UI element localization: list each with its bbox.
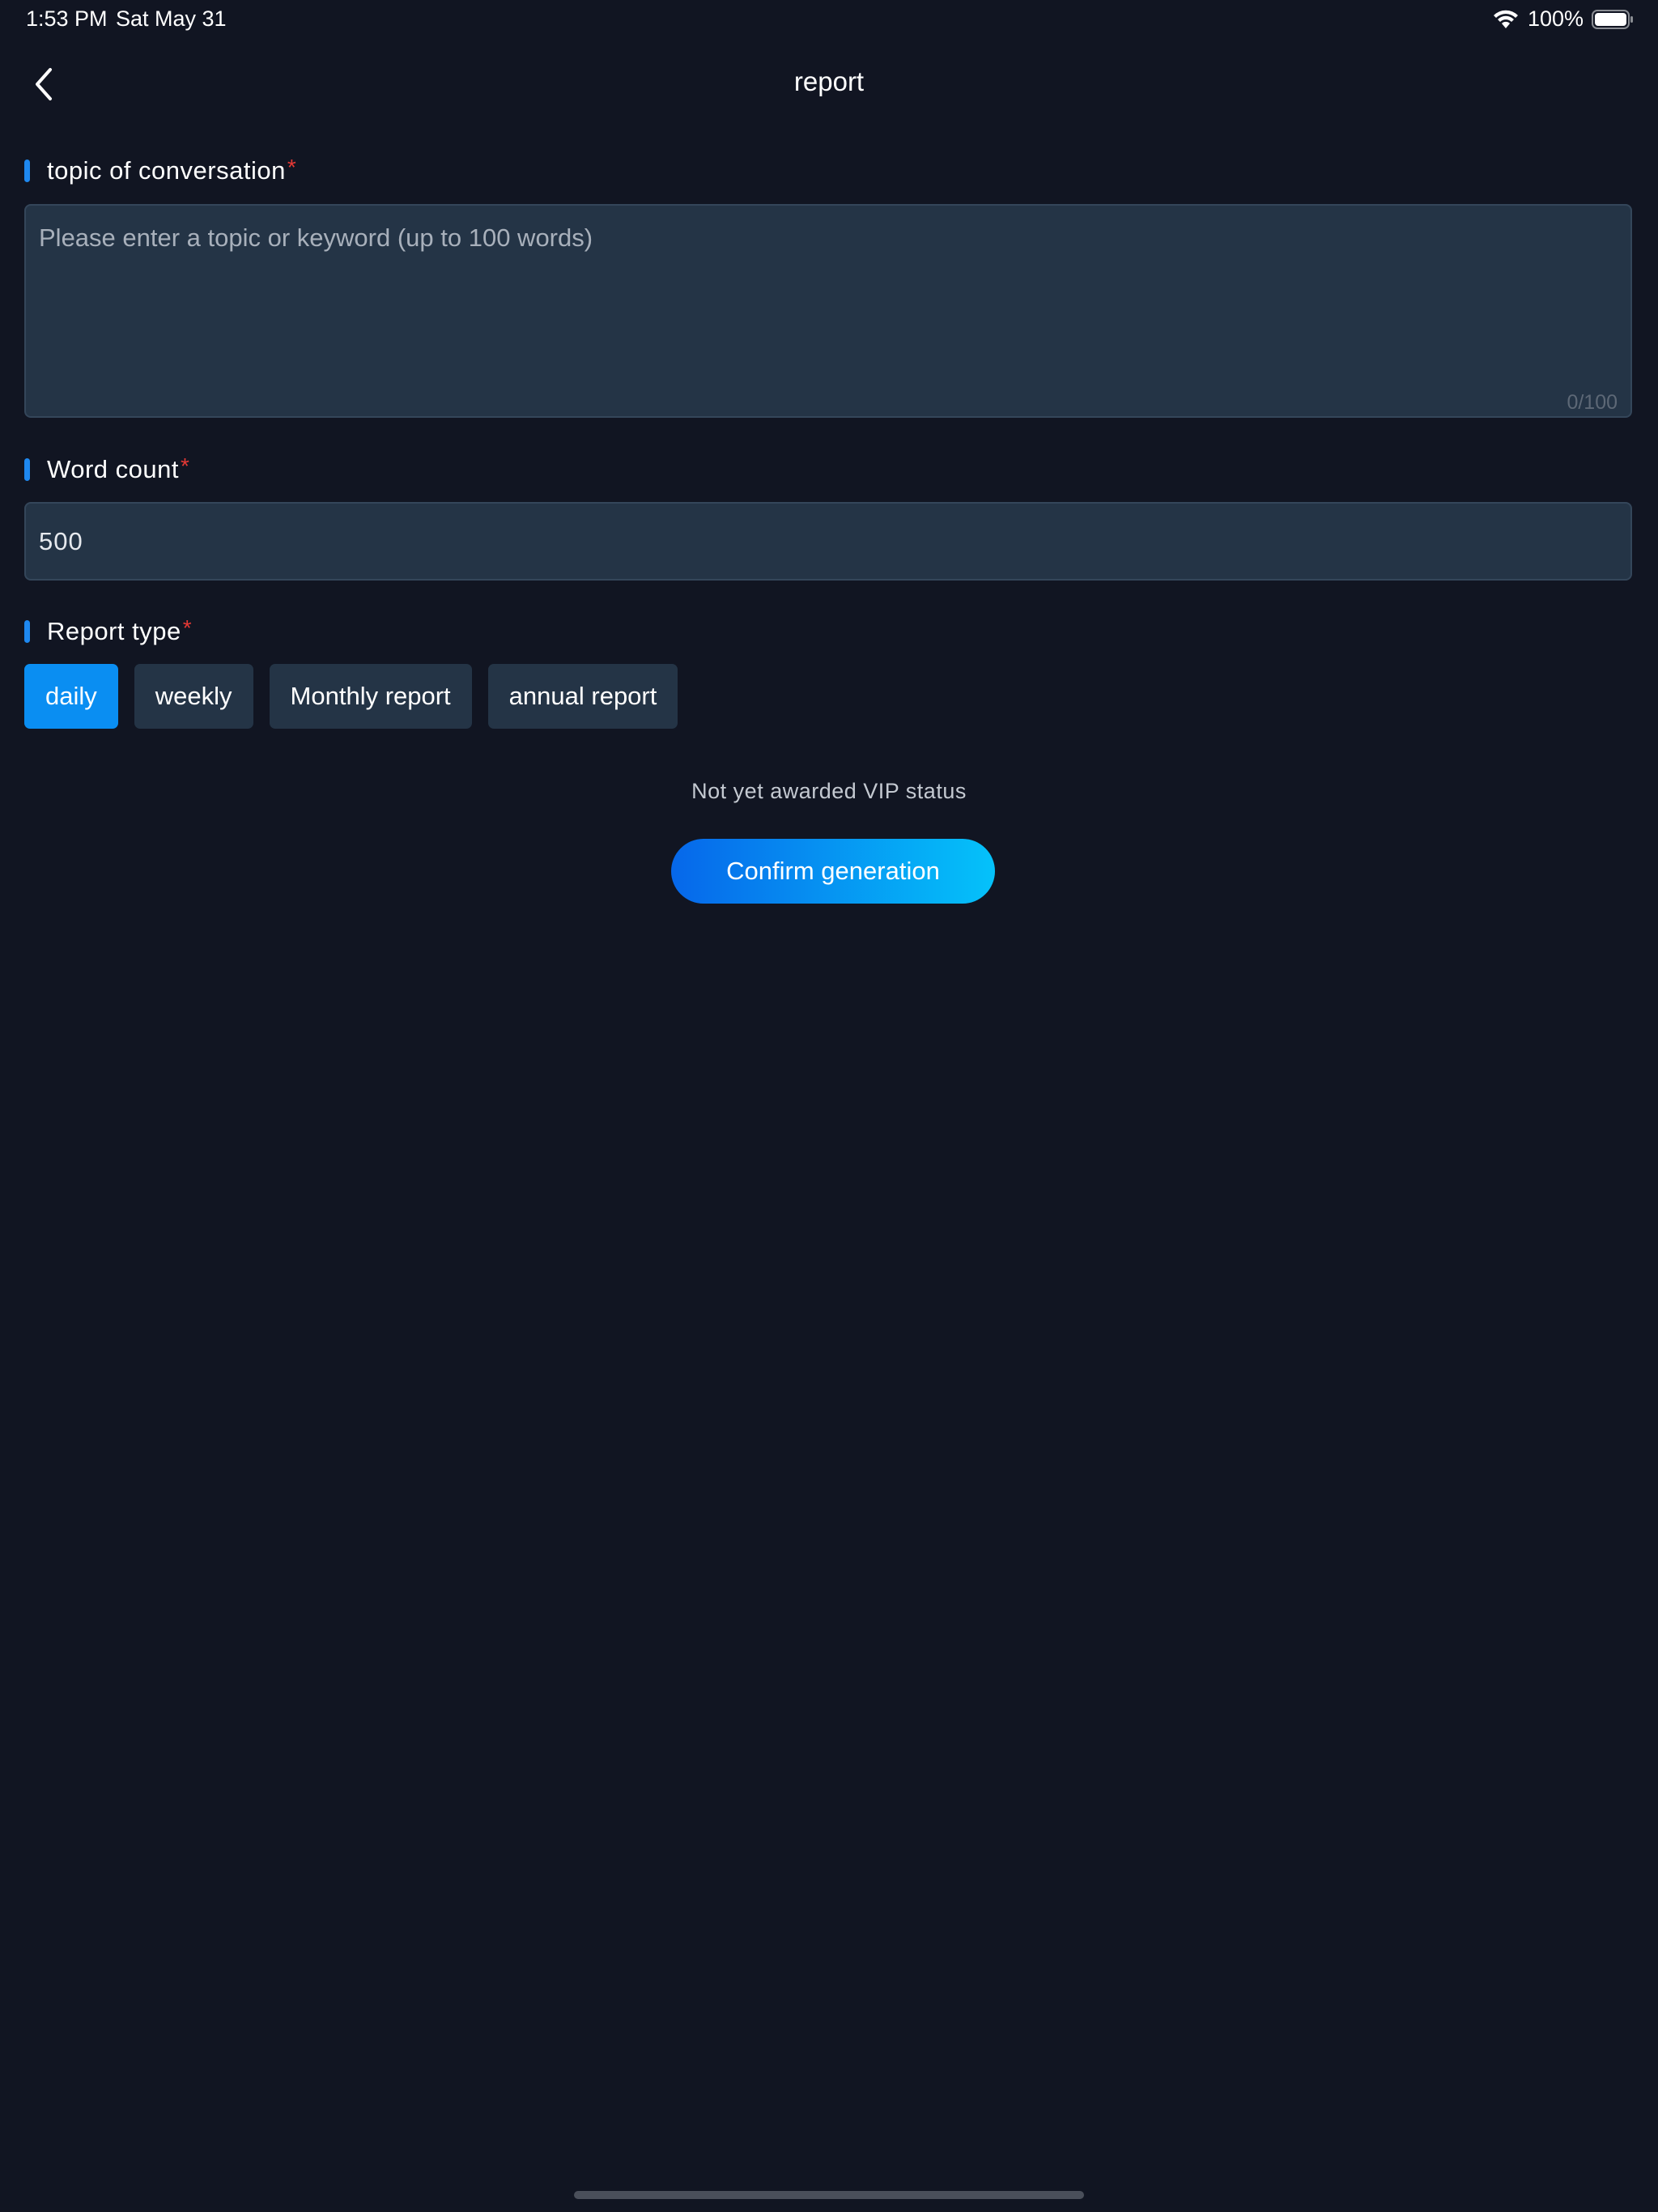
required-mark: * [287,155,296,180]
report-type-annual[interactable]: annual report [487,664,678,729]
report-type-label-text: Report type [47,617,181,645]
required-mark: * [182,615,192,640]
report-type-monthly[interactable]: Monthly report [269,664,472,729]
status-indicators: 100% [1492,6,1634,32]
topic-label-text: topic of conversation [47,156,286,185]
status-time: 1:53 PM [26,6,108,31]
wifi-icon [1492,9,1520,30]
topic-input[interactable] [26,206,1630,416]
label-accent-bar [24,620,30,643]
word-count-label-text: Word count [47,455,179,483]
label-accent-bar [24,458,30,481]
character-counter: 0/100 [1567,391,1618,414]
navigation-bar: report [0,49,1658,120]
required-mark: * [180,453,189,479]
word-count-input[interactable] [26,504,1630,579]
status-date: Sat May 31 [116,6,227,31]
status-bar: 1:53 PM Sat May 31 100% [0,0,1658,39]
report-type-label: Report type * [24,615,192,648]
report-type-daily[interactable]: daily [24,664,118,729]
word-count-label: Word count * [24,453,189,486]
label-accent-bar [24,160,30,182]
page-title: report [793,66,865,96]
battery-icon [1592,9,1634,30]
report-type-options: daily weekly Monthly report annual repor… [24,664,678,729]
vip-status-text: Not yet awarded VIP status [691,779,967,803]
report-type-weekly[interactable]: weekly [134,664,253,729]
topic-field: 0/100 [24,204,1632,418]
word-count-field [24,502,1632,581]
topic-label: topic of conversation * [24,155,296,187]
home-indicator[interactable] [574,2191,1084,2199]
confirm-generation-button[interactable]: Confirm generation [671,839,995,904]
battery-percent: 100% [1527,6,1584,31]
